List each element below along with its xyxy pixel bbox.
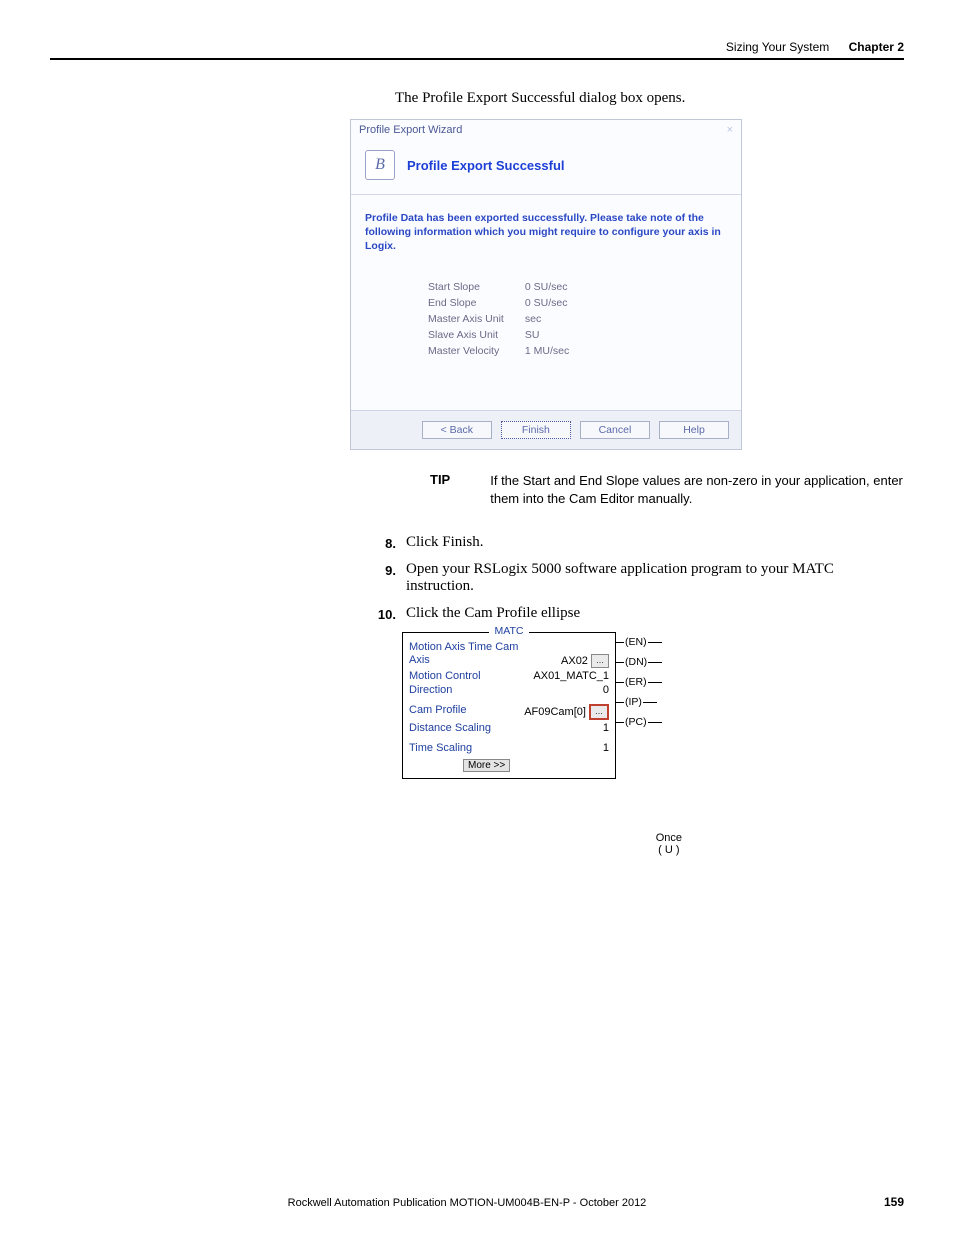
instruction-desc: Motion Axis Time Cam bbox=[409, 641, 609, 653]
dialog-banner-title: Profile Export Successful bbox=[407, 158, 565, 173]
finish-button[interactable]: Finish bbox=[501, 421, 571, 439]
time-scaling-value: 1 bbox=[603, 742, 609, 754]
motion-control-label: Motion Control bbox=[409, 670, 481, 682]
cam-profile-label: Cam Profile bbox=[409, 704, 466, 720]
tip-text: If the Start and End Slope values are no… bbox=[490, 472, 904, 508]
dialog-window-title: Profile Export Wizard bbox=[359, 124, 462, 136]
step-8: 8. Click Finish. bbox=[368, 534, 904, 551]
matc-instruction-block: MATC Motion Axis Time Cam Axis AX02 ... … bbox=[362, 632, 682, 779]
dialog-banner: B Profile Export Successful bbox=[351, 140, 741, 195]
close-icon[interactable]: × bbox=[727, 124, 733, 136]
dn-output: (DN) bbox=[625, 656, 647, 668]
more-button[interactable]: More >> bbox=[463, 759, 510, 772]
table-row: Slave Axis UnitSU bbox=[427, 328, 570, 342]
axis-label: Axis bbox=[409, 654, 430, 668]
export-info-table: Start Slope0 SU/sec End Slope0 SU/sec Ma… bbox=[425, 278, 572, 360]
dialog-button-bar: < Back Finish Cancel Help bbox=[351, 410, 741, 449]
footer-page-number: 159 bbox=[884, 1195, 904, 1209]
distance-scaling-label: Distance Scaling bbox=[409, 722, 491, 734]
dialog-message: Profile Data has been exported successfu… bbox=[365, 211, 727, 254]
table-row: Start Slope0 SU/sec bbox=[427, 280, 570, 294]
pc-output: (PC) bbox=[625, 716, 647, 728]
step-9: 9. Open your RSLogix 5000 software appli… bbox=[368, 561, 904, 595]
header-section: Sizing Your System bbox=[726, 40, 829, 54]
motion-control-value: AX01_MATC_1 bbox=[533, 670, 609, 682]
back-button[interactable]: < Back bbox=[422, 421, 492, 439]
intro-text: The Profile Export Successful dialog box… bbox=[395, 90, 904, 107]
instruction-title: MATC bbox=[409, 625, 609, 637]
profile-export-dialog: Profile Export Wizard × B Profile Export… bbox=[350, 119, 742, 450]
en-output: (EN) bbox=[625, 636, 647, 648]
page-footer: Rockwell Automation Publication MOTION-U… bbox=[50, 1195, 904, 1209]
direction-value: 0 bbox=[603, 684, 609, 696]
table-row: Master Velocity1 MU/sec bbox=[427, 344, 570, 358]
dialog-titlebar: Profile Export Wizard × bbox=[351, 120, 741, 140]
step-10: 10. Click the Cam Profile ellipse bbox=[368, 605, 904, 622]
cancel-button[interactable]: Cancel bbox=[580, 421, 650, 439]
tip-block: TIP If the Start and End Slope values ar… bbox=[430, 472, 904, 508]
cam-profile-value: AF09Cam[0] bbox=[524, 706, 586, 718]
step-text: Click the Cam Profile ellipse bbox=[406, 605, 904, 622]
axis-ellipsis-button[interactable]: ... bbox=[591, 654, 609, 668]
step-number: 9. bbox=[368, 561, 396, 595]
step-text: Click Finish. bbox=[406, 534, 904, 551]
tip-label: TIP bbox=[430, 472, 450, 508]
table-row: End Slope0 SU/sec bbox=[427, 296, 570, 310]
header-chapter: Chapter 2 bbox=[849, 40, 904, 54]
output-tags: (EN) (DN) (ER) (IP) (PC) bbox=[610, 628, 662, 736]
distance-scaling-value: 1 bbox=[603, 722, 609, 734]
axis-value: AX02 bbox=[561, 655, 588, 667]
table-row: Master Axis Unitsec bbox=[427, 312, 570, 326]
help-button[interactable]: Help bbox=[659, 421, 729, 439]
step-text: Open your RSLogix 5000 software applicat… bbox=[406, 561, 904, 595]
step-number: 8. bbox=[368, 534, 396, 551]
wizard-icon: B bbox=[365, 150, 395, 180]
footer-publication: Rockwell Automation Publication MOTION-U… bbox=[50, 1197, 884, 1209]
page-header: Sizing Your System Chapter 2 bbox=[50, 40, 904, 60]
time-scaling-label: Time Scaling bbox=[409, 742, 472, 754]
once-coil: Once ( U ) bbox=[656, 832, 682, 856]
step-number: 10. bbox=[368, 605, 396, 622]
er-output: (ER) bbox=[625, 676, 647, 688]
direction-label: Direction bbox=[409, 684, 452, 696]
cam-profile-ellipsis-button[interactable]: ... bbox=[589, 704, 609, 720]
ip-output: (IP) bbox=[625, 696, 642, 708]
